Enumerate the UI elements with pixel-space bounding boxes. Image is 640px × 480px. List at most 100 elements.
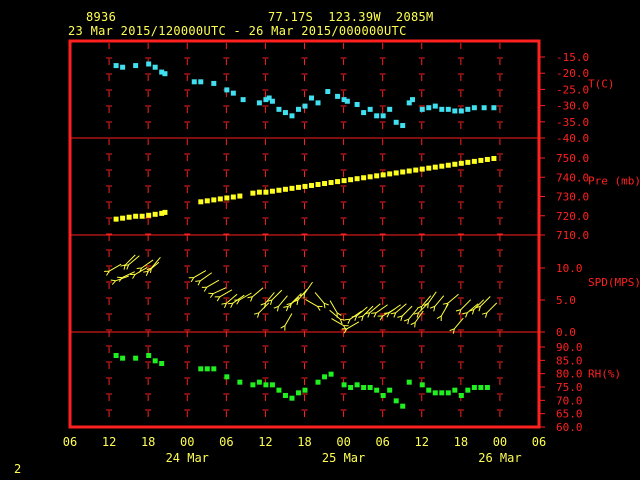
data-point [315, 100, 321, 106]
data-point [211, 366, 217, 372]
data-point [113, 63, 119, 69]
x-date-label: 26 Mar [478, 451, 521, 465]
y-tick-label: 75.0 [556, 381, 583, 394]
data-point [302, 387, 308, 393]
data-point [406, 379, 412, 385]
plot-background [0, 0, 640, 480]
data-point [393, 170, 399, 176]
data-point [354, 176, 360, 182]
station-id: 8936 [86, 10, 117, 24]
data-point [322, 374, 328, 380]
y-tick-label: 65.0 [556, 408, 583, 421]
data-point [341, 382, 347, 388]
x-tick-label: 06 [532, 435, 546, 449]
station-location: 77.17S 123.39W 2085M [268, 10, 434, 24]
data-point [224, 195, 230, 201]
data-point [361, 175, 367, 181]
data-point [413, 167, 419, 173]
data-point [478, 385, 484, 390]
data-point [309, 182, 315, 188]
data-point [198, 199, 204, 205]
data-point [191, 79, 197, 85]
meteogram-plot: 06 12 18 00 06 12 18 00 06 12 18 00 0624 Mar 25 Mar 26… [0, 0, 640, 480]
y-tick-label: 750.0 [556, 152, 589, 165]
data-point [217, 196, 223, 202]
data-point [263, 382, 269, 388]
data-point [325, 89, 331, 95]
data-point [335, 179, 341, 185]
data-point [152, 211, 158, 217]
x-tick-label: 00 [493, 435, 507, 449]
data-point [159, 361, 165, 366]
data-point [309, 95, 315, 101]
data-point [328, 180, 334, 186]
data-point [439, 163, 445, 169]
data-point [250, 382, 256, 388]
data-point [439, 106, 445, 112]
y-tick-label: 740.0 [556, 171, 589, 184]
data-point [126, 214, 132, 220]
y-tick-label: -30.0 [556, 100, 589, 113]
data-point [419, 106, 425, 112]
data-point [120, 215, 126, 221]
data-point [484, 156, 490, 162]
y-tick-label: 730.0 [556, 191, 589, 204]
data-point [256, 100, 262, 106]
data-point [419, 166, 425, 172]
data-point [452, 161, 458, 167]
y-tick-label: 85.0 [556, 354, 583, 367]
data-point [344, 98, 350, 104]
panel-name: Pre (mb) [588, 175, 640, 188]
y-tick-label: -40.0 [556, 132, 589, 145]
data-point [426, 105, 432, 111]
x-tick-label: 12 [102, 435, 116, 449]
data-point [406, 168, 412, 174]
data-point [393, 119, 399, 125]
y-tick-label: -15.0 [556, 51, 589, 64]
data-point [322, 181, 328, 187]
data-point [276, 106, 282, 112]
data-point [452, 387, 458, 393]
x-date-label: 25 Mar [322, 451, 365, 465]
data-point [240, 97, 246, 103]
data-point [204, 366, 210, 372]
data-point [250, 190, 256, 196]
time-period: 23 Mar 2015/120000UTC - 26 Mar 2015/0000… [68, 24, 407, 38]
wind-arrow-head [427, 303, 429, 309]
wind-arrow-head [414, 322, 416, 328]
data-point [439, 390, 445, 396]
data-point [120, 64, 126, 70]
data-point [256, 379, 262, 385]
x-tick-label: 12 [258, 435, 272, 449]
data-point [276, 187, 282, 193]
data-point [432, 390, 438, 396]
data-point [152, 358, 158, 364]
data-point [458, 108, 464, 114]
data-point [471, 105, 477, 111]
data-point [367, 385, 373, 390]
y-tick-label: -35.0 [556, 116, 589, 129]
data-point [367, 174, 373, 180]
data-point [269, 188, 275, 194]
data-point [361, 385, 367, 390]
page-number: 2 [14, 462, 22, 476]
data-point [289, 185, 295, 191]
data-point [282, 393, 288, 398]
data-point [367, 106, 373, 112]
data-point [419, 382, 425, 388]
x-tick-label: 06 [219, 435, 233, 449]
data-point [302, 103, 308, 109]
data-point [302, 183, 308, 189]
y-tick-label: 60.0 [556, 421, 583, 434]
data-point [269, 382, 275, 388]
data-point [269, 98, 275, 104]
data-point [445, 390, 451, 396]
data-point [478, 157, 484, 163]
y-tick-label: 0.0 [556, 326, 576, 339]
data-point [374, 113, 380, 119]
data-point [328, 371, 334, 377]
panel-name: RH(%) [588, 368, 621, 381]
data-point [198, 79, 204, 85]
data-point [400, 123, 406, 129]
data-point [380, 113, 386, 119]
